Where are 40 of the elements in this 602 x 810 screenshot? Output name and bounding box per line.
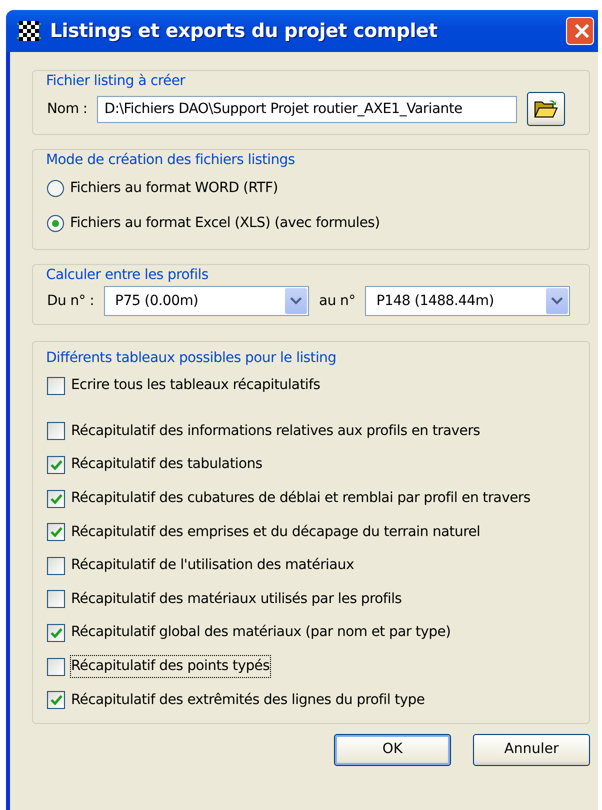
- checkbox[interactable]: [47, 376, 65, 395]
- ok-button[interactable]: OK: [334, 734, 451, 766]
- chevron-down-icon: [290, 297, 302, 305]
- field-label: au n°: [319, 292, 356, 310]
- cancel-button[interactable]: Annuler: [473, 734, 590, 766]
- close-icon: [573, 22, 591, 40]
- checkbox[interactable]: [47, 590, 65, 608]
- checkbox-label: Récapitulatif des points typés: [71, 656, 270, 678]
- option-label: Fichiers au format WORD (RTF): [70, 179, 278, 198]
- field-label: Nom :: [47, 100, 88, 118]
- folder-icon: [534, 98, 558, 119]
- profile-dropdown[interactable]: P75 (0.00m): [104, 286, 310, 316]
- checkbox-label: Récapitulatif des emprises et du décapage du terrain naturel: [71, 522, 480, 542]
- chevron-down-icon: [551, 297, 564, 305]
- checkbox-label: Récapitulatif des cubatures de déblai et remblai par profil en travers: [71, 489, 530, 508]
- checkbox-label: Ecrire tous les tableaux récapitulatifs: [71, 376, 320, 396]
- profile-dropdown[interactable]: P148 (1488.44m): [365, 286, 570, 316]
- radio-button[interactable]: [47, 215, 64, 232]
- path-field[interactable]: D:\Fichiers DAO\Support Projet routier_AXE1_Variante: [97, 96, 518, 122]
- checkbox-label: Récapitulatif des tabulations: [71, 455, 262, 474]
- close-button[interactable]: [566, 17, 594, 45]
- checkbox[interactable]: [47, 556, 65, 575]
- checkbox[interactable]: [47, 523, 65, 542]
- checkbox-label: Récapitulatif de l'utilisation des matériaux: [71, 556, 354, 576]
- checkbox[interactable]: [47, 490, 65, 508]
- checkbox[interactable]: [47, 422, 65, 440]
- browse-button[interactable]: [527, 92, 566, 126]
- checkbox[interactable]: [47, 691, 65, 710]
- option-label: Fichiers au format Excel (XLS) (avec formules): [70, 214, 380, 233]
- checkbox-label: Récapitulatif des informations relatives aux profils en travers: [71, 422, 480, 441]
- radio-button[interactable]: [47, 180, 64, 197]
- checkbox-label: Récapitulatif global des matériaux (par nom et par type): [71, 623, 451, 642]
- checkbox-label: Récapitulatif des matériaux utilisés par les profils: [71, 590, 402, 609]
- checkbox[interactable]: [47, 624, 65, 642]
- grid-icon: [16, 18, 42, 44]
- window-title: Listings et exports du projet complet: [50, 18, 438, 44]
- field-label: Du n° :: [47, 292, 94, 310]
- checkbox[interactable]: [47, 658, 65, 676]
- checkbox-label: Récapitulatif des extrêmités des lignes du profil type: [71, 690, 425, 710]
- checkbox[interactable]: [47, 456, 65, 474]
